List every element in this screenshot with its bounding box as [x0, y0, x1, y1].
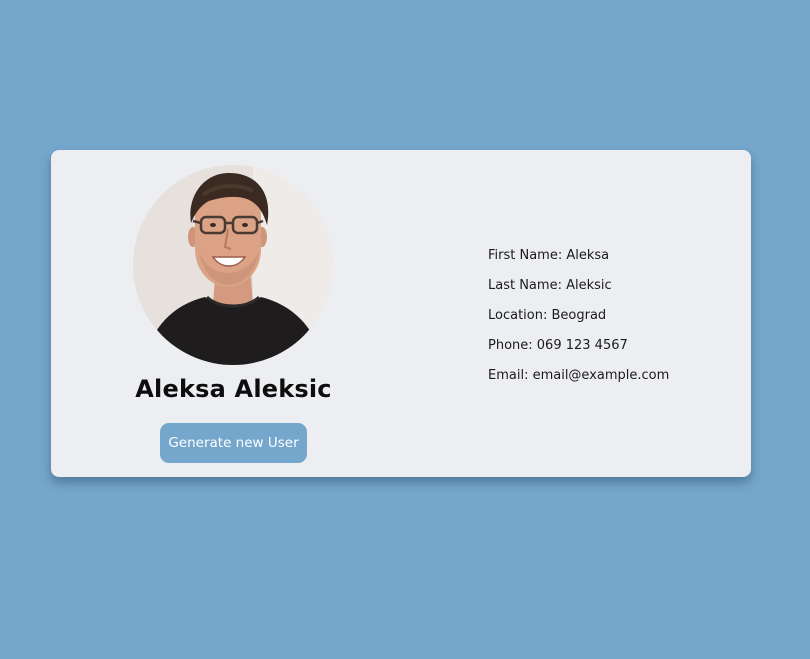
user-full-name: Aleksa Aleksic: [135, 375, 332, 403]
first-name-detail: First Name: Aleksa: [488, 248, 610, 263]
generate-new-user-button[interactable]: Generate new User: [160, 423, 307, 463]
phone-detail: Phone: 069 123 4567: [488, 338, 628, 353]
last-name-detail: Last Name: Aleksic: [488, 278, 612, 293]
user-card: Aleksa Aleksic Generate new User First N…: [51, 150, 751, 477]
avatar: [133, 165, 333, 365]
email-detail: Email: email@example.com: [488, 368, 670, 383]
location-detail: Location: Beograd: [488, 308, 607, 323]
user-details: First Name: Aleksa Last Name: Aleksic Lo…: [488, 246, 669, 396]
profile-section: Aleksa Aleksic Generate new User: [51, 150, 416, 477]
user-photo-icon: [133, 165, 333, 365]
